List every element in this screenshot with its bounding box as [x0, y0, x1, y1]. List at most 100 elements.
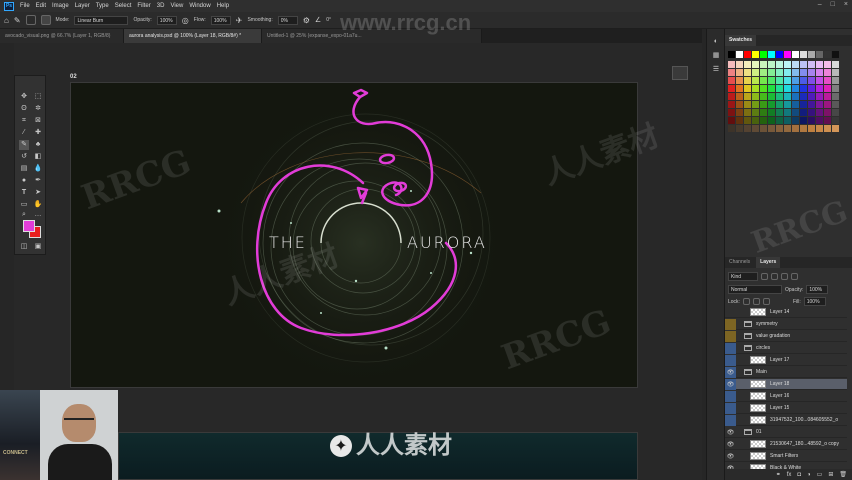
minimize-icon[interactable]: –	[818, 1, 822, 8]
artboard-01-preview[interactable]	[118, 432, 638, 480]
menu-image[interactable]: Image	[52, 3, 69, 9]
color-swatch[interactable]	[760, 51, 767, 58]
color-swatch[interactable]	[824, 85, 831, 92]
color-swatch[interactable]	[816, 69, 823, 76]
color-swatch[interactable]	[832, 69, 839, 76]
brush-tool-icon[interactable]: ✎	[19, 140, 29, 150]
photoshop-logo[interactable]: Ps	[4, 1, 14, 11]
filter-shape-icon[interactable]	[791, 273, 798, 280]
color-swatch[interactable]	[800, 77, 807, 84]
menu-window[interactable]: Window	[189, 3, 210, 9]
tab-channels[interactable]: Channels	[725, 257, 754, 268]
flow-field[interactable]: 100%	[210, 15, 231, 25]
close-icon[interactable]: ×	[844, 1, 848, 8]
color-swatch[interactable]	[824, 77, 831, 84]
mask-icon[interactable]: ◘	[797, 472, 801, 478]
document-canvas[interactable]: THE AURORA	[70, 82, 638, 388]
fx-icon[interactable]: fx	[787, 472, 792, 478]
visibility-eye-icon[interactable]	[725, 402, 736, 414]
smoothing-settings-icon[interactable]: ⚙	[303, 16, 310, 25]
tab-untitled-1[interactable]: Untitled-1 @ 25% (expanse_expo-01a7u...	[262, 29, 482, 43]
layer-filter-select[interactable]: Kind	[728, 272, 758, 281]
color-swatch[interactable]	[784, 109, 791, 116]
color-swatch[interactable]	[752, 51, 759, 58]
color-swatch[interactable]	[816, 117, 823, 124]
color-swatch[interactable]	[776, 77, 783, 84]
color-swatch[interactable]	[744, 69, 751, 76]
color-swatch[interactable]	[816, 51, 823, 58]
more-tools-icon[interactable]: …	[33, 210, 43, 220]
menu-file[interactable]: File	[20, 3, 30, 9]
layer-row[interactable]: value gradation	[725, 330, 847, 342]
menu-filter[interactable]: Filter	[137, 3, 150, 9]
menu-3d[interactable]: 3D	[157, 3, 165, 9]
color-swatch[interactable]	[800, 101, 807, 108]
color-swatch[interactable]	[832, 61, 839, 68]
visibility-eye-icon[interactable]	[725, 342, 736, 354]
color-swatch[interactable]	[808, 101, 815, 108]
menu-help[interactable]: Help	[217, 3, 229, 9]
color-swatch[interactable]	[776, 125, 783, 132]
color-swatch[interactable]	[832, 51, 839, 58]
shape-tool-icon[interactable]: ▭	[19, 200, 29, 210]
color-swatch[interactable]	[808, 69, 815, 76]
tab-swatches[interactable]: Swatches	[725, 35, 757, 46]
color-swatch[interactable]	[808, 117, 815, 124]
mode-select[interactable]: Linear Burn	[74, 15, 129, 25]
color-swatch[interactable]	[816, 61, 823, 68]
color-swatch[interactable]	[728, 109, 735, 116]
color-swatch[interactable]	[832, 125, 839, 132]
color-swatch[interactable]	[744, 85, 751, 92]
history-icon[interactable]: ▦	[711, 51, 721, 61]
magic-wand-icon[interactable]: ✲	[33, 104, 43, 114]
color-swatch[interactable]	[792, 109, 799, 116]
opacity-field[interactable]: 100%	[156, 15, 177, 25]
color-swatch[interactable]	[776, 93, 783, 100]
visibility-eye-icon[interactable]	[725, 330, 736, 342]
eyedropper-icon[interactable]: ⁄	[19, 128, 29, 138]
foreground-color-swatch[interactable]	[23, 220, 35, 232]
color-swatch[interactable]	[736, 93, 743, 100]
menu-layer[interactable]: Layer	[75, 3, 90, 9]
color-swatch[interactable]	[752, 61, 759, 68]
move-tool-icon[interactable]: ✥	[19, 92, 29, 102]
color-swatch[interactable]	[768, 101, 775, 108]
color-swatch[interactable]	[816, 125, 823, 132]
color-swatch[interactable]	[768, 61, 775, 68]
color-swatch[interactable]	[736, 109, 743, 116]
color-swatch[interactable]	[832, 101, 839, 108]
eraser-icon[interactable]: ◧	[33, 152, 43, 162]
color-swatch[interactable]	[784, 69, 791, 76]
color-swatch[interactable]	[776, 61, 783, 68]
color-swatch[interactable]	[800, 109, 807, 116]
color-swatch[interactable]	[824, 101, 831, 108]
color-swatch[interactable]	[752, 85, 759, 92]
color-swatch[interactable]	[752, 77, 759, 84]
new-group-icon[interactable]: ▭	[817, 471, 823, 478]
color-swatch[interactable]	[768, 51, 775, 58]
color-swatch[interactable]	[736, 117, 743, 124]
lock-pixels-icon[interactable]	[742, 298, 750, 305]
color-swatch[interactable]	[792, 61, 799, 68]
color-swatch[interactable]	[736, 77, 743, 84]
brush-settings-icon[interactable]	[40, 15, 51, 25]
visibility-eye-icon[interactable]: 👁	[725, 427, 736, 438]
color-swatch[interactable]	[760, 101, 767, 108]
angle-icon[interactable]: ∠	[315, 16, 321, 24]
layer-row[interactable]: 👁 21530647_180...48592_o copy	[725, 439, 847, 450]
layer-row[interactable]: 👁 Layer 18	[725, 378, 847, 390]
layer-row[interactable]: Layer 15	[725, 402, 847, 414]
color-swatch[interactable]	[816, 85, 823, 92]
color-swatch[interactable]	[768, 109, 775, 116]
color-swatch[interactable]	[776, 101, 783, 108]
visibility-eye-icon[interactable]: 👁	[725, 439, 736, 450]
color-swatch[interactable]	[808, 109, 815, 116]
layer-opacity-field[interactable]: 100%	[806, 285, 829, 294]
color-swatch[interactable]	[760, 61, 767, 68]
color-swatch[interactable]	[824, 93, 831, 100]
color-swatch[interactable]	[760, 69, 767, 76]
color-swatch[interactable]	[776, 85, 783, 92]
color-swatch[interactable]	[792, 117, 799, 124]
menu-type[interactable]: Type	[96, 3, 109, 9]
color-swatch[interactable]	[816, 77, 823, 84]
